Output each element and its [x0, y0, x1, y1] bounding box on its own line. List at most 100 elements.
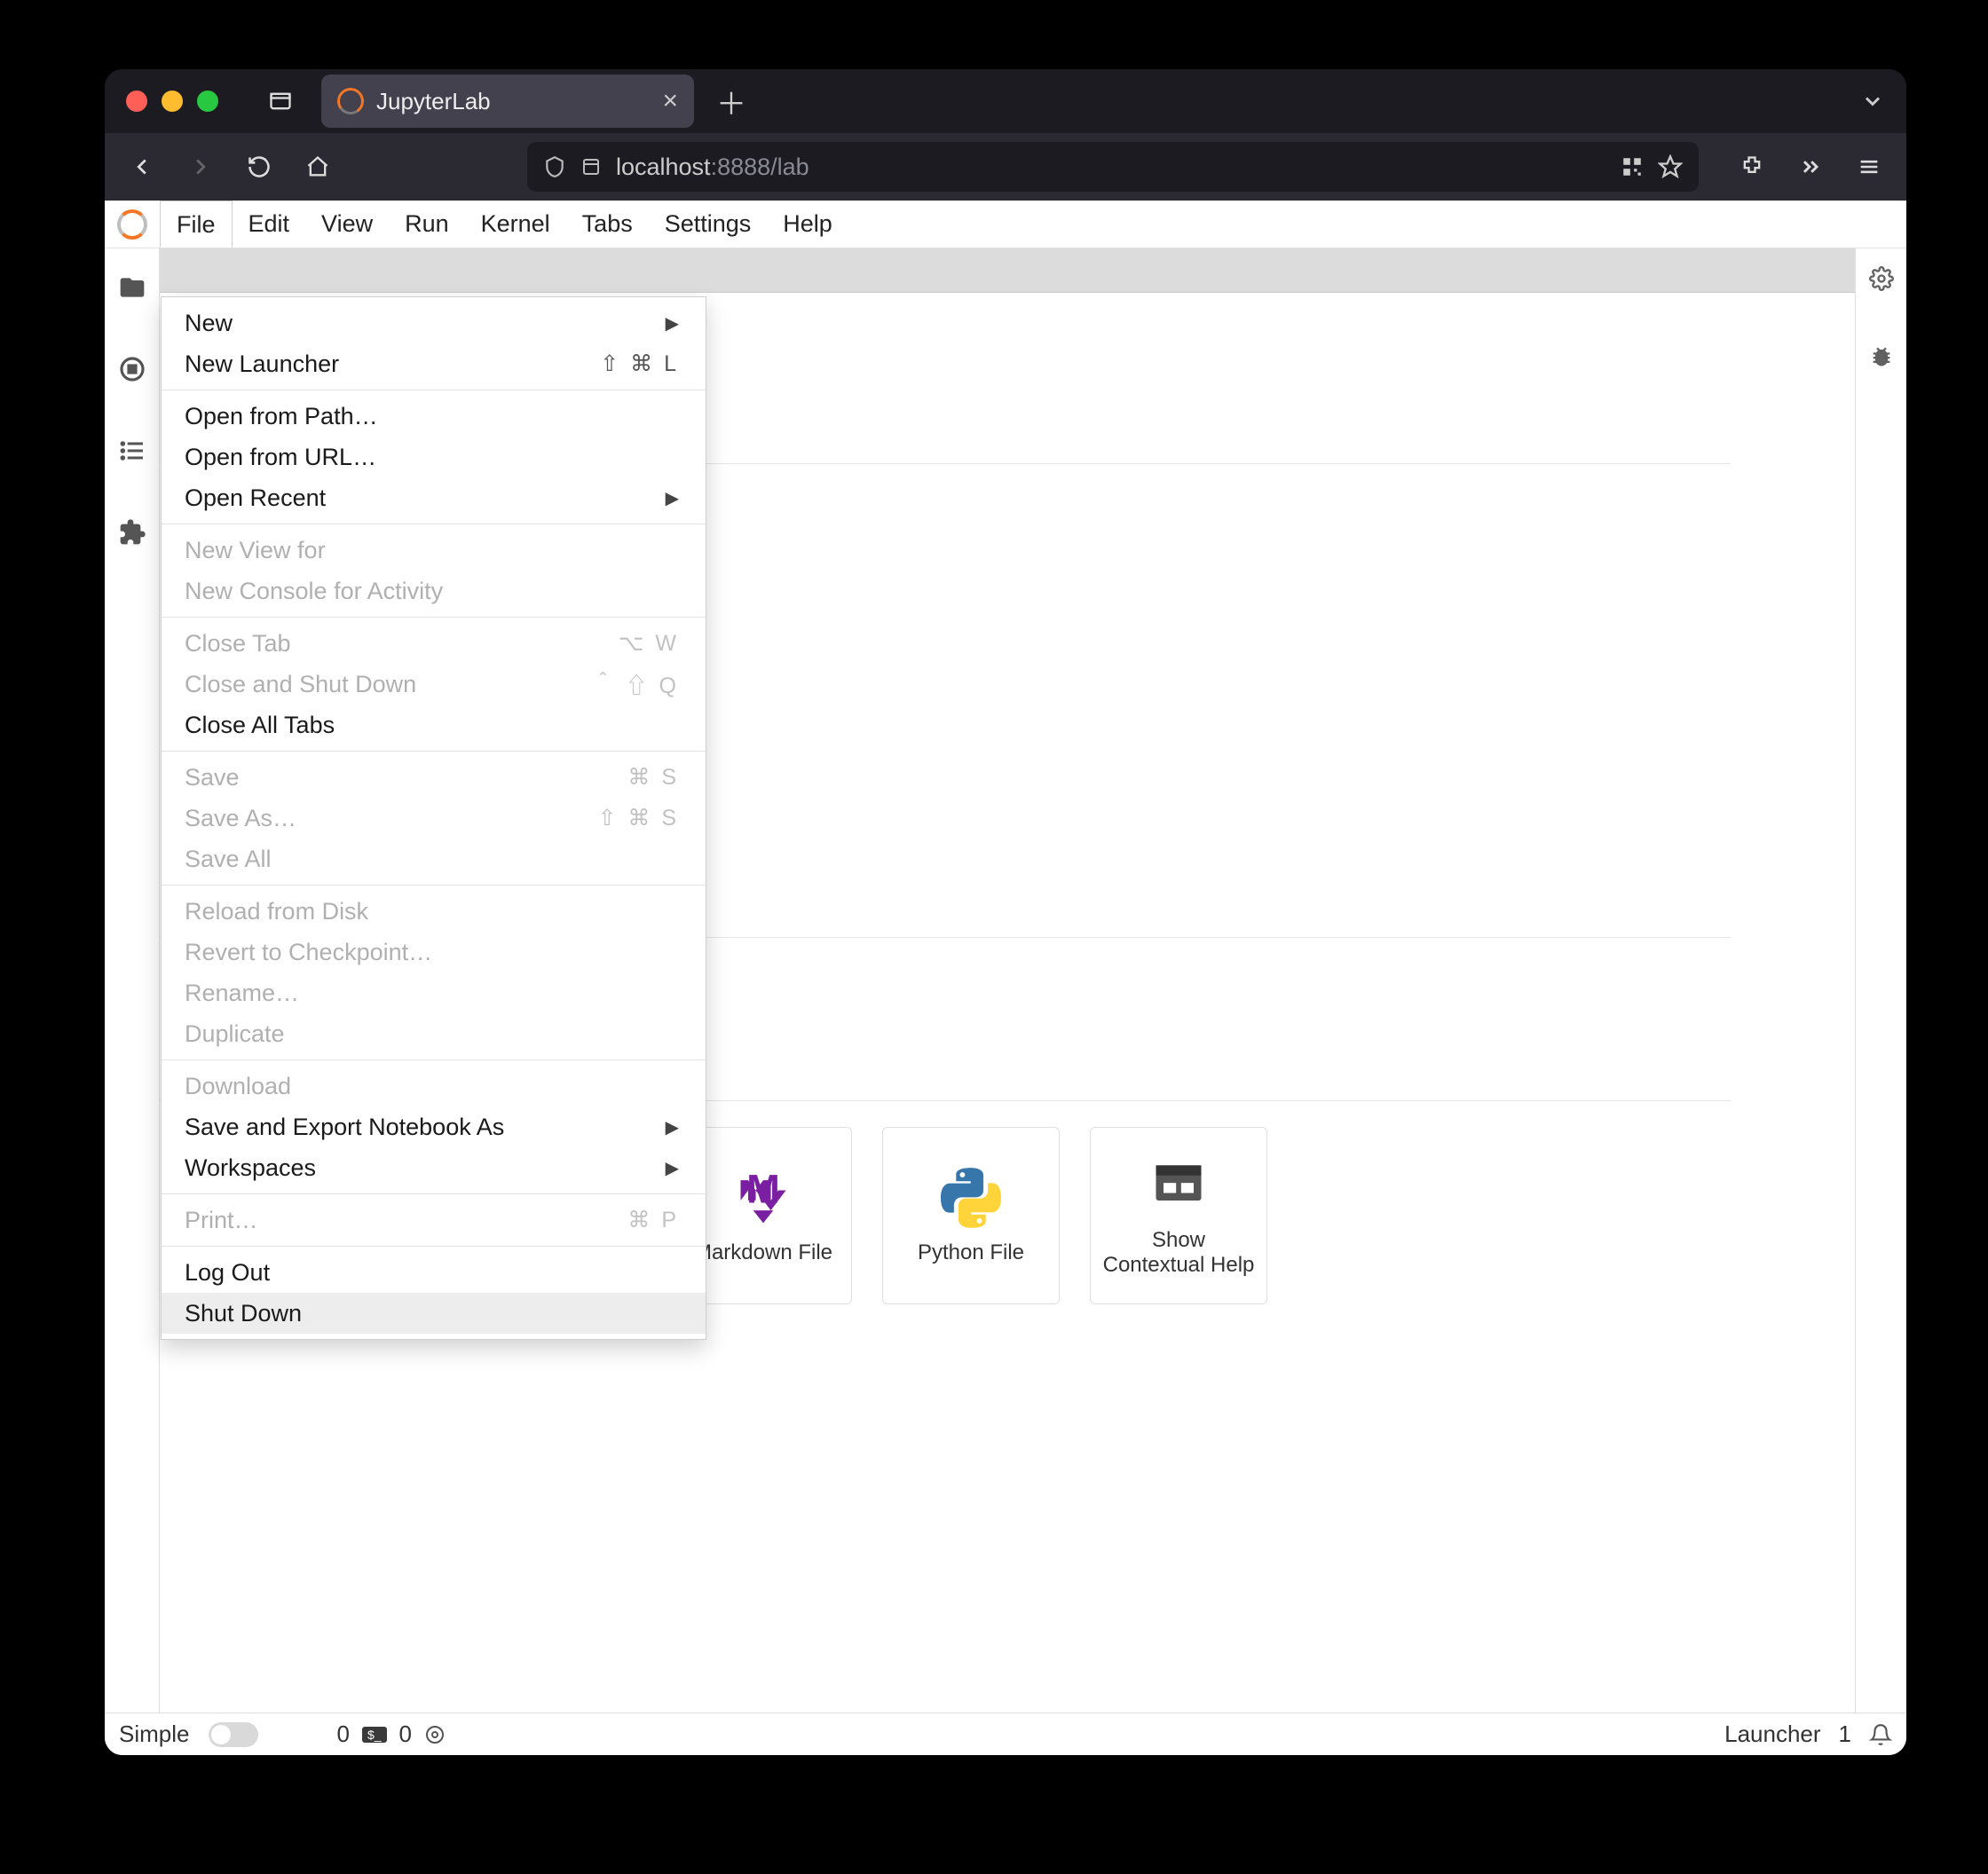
- menu-item-label: Save All: [185, 846, 272, 873]
- menu-item-label: New Launcher: [185, 350, 339, 378]
- submenu-arrow-icon: ▶: [666, 1157, 679, 1179]
- menu-shortcut: ⌘ P: [627, 1207, 679, 1233]
- jupyter-favicon-icon: [335, 86, 367, 117]
- menu-separator: [162, 751, 706, 752]
- menu-view[interactable]: View: [305, 201, 389, 248]
- menu-item-label: Workspaces: [185, 1154, 316, 1182]
- menu-item-label: Save and Export Notebook As: [185, 1114, 504, 1141]
- tabs-dropdown-button[interactable]: [1851, 80, 1894, 122]
- extensions-button[interactable]: [1725, 140, 1779, 193]
- menu-separator: [162, 1193, 706, 1194]
- menu-item-label: Log Out: [185, 1259, 270, 1287]
- menu-item-label: Shut Down: [185, 1300, 302, 1327]
- debugger-icon[interactable]: [1869, 344, 1894, 369]
- menu-item-new[interactable]: New▶: [162, 303, 706, 343]
- qr-icon[interactable]: [1621, 155, 1644, 178]
- menu-item-open-recent[interactable]: Open Recent ▶: [162, 477, 706, 518]
- back-button[interactable]: [115, 140, 169, 193]
- launcher-card-python-file[interactable]: Python File: [882, 1127, 1060, 1304]
- app-body: MMarkdown FilePython FileShowContextual …: [105, 248, 1906, 1713]
- kernel-count: 0: [336, 1720, 349, 1748]
- minimize-window-button[interactable]: [162, 91, 183, 112]
- menu-file[interactable]: File: [160, 201, 233, 248]
- home-button[interactable]: [291, 140, 344, 193]
- menu-shortcut: ⇧ ⌘ L: [600, 350, 679, 377]
- menu-item-open-from-url[interactable]: Open from URL…: [162, 437, 706, 477]
- close-window-button[interactable]: [126, 91, 147, 112]
- site-info-icon[interactable]: [580, 156, 602, 177]
- menu-separator: [162, 1246, 706, 1247]
- svg-text:M: M: [746, 1168, 780, 1212]
- jupyterlab-app: FileEditViewRunKernelTabsSettingsHelp: [105, 201, 1906, 1755]
- file-browser-icon[interactable]: [118, 273, 146, 302]
- window-controls: [126, 91, 218, 112]
- url-text: localhost:8888/lab: [616, 154, 809, 181]
- menu-shortcut: ⌘ S: [627, 764, 679, 791]
- forward-button[interactable]: [174, 140, 227, 193]
- menu-item-shut-down[interactable]: Shut Down: [162, 1293, 706, 1334]
- statusbar: Simple 0 $_ 0 Launcher 1: [105, 1713, 1906, 1755]
- menu-separator: [162, 885, 706, 886]
- menu-tabs[interactable]: Tabs: [566, 201, 649, 248]
- notification-bell-icon[interactable]: [1869, 1723, 1892, 1746]
- menu-item-label: Reload from Disk: [185, 898, 368, 925]
- menu-kernel[interactable]: Kernel: [465, 201, 566, 248]
- menu-item-log-out[interactable]: Log Out: [162, 1252, 706, 1293]
- menu-item-download: Download: [162, 1066, 706, 1106]
- menu-shortcut: ⇧ ⌘ S: [597, 805, 679, 831]
- url-bar[interactable]: localhost:8888/lab: [527, 142, 1699, 192]
- tracking-shield-icon[interactable]: [543, 155, 566, 178]
- status-mode: Launcher: [1724, 1720, 1820, 1748]
- menu-shortcut: ＾ ⇧ Q: [592, 668, 679, 700]
- menu-item-label: Close and Shut Down: [185, 671, 416, 698]
- menu-item-label: New: [185, 310, 233, 337]
- menu-item-new-launcher[interactable]: New Launcher ⇧ ⌘ L: [162, 343, 706, 384]
- url-host: localhost: [616, 154, 711, 180]
- extension-manager-icon[interactable]: [118, 518, 146, 547]
- menu-settings[interactable]: Settings: [649, 201, 768, 248]
- menu-item-new-view-for: New View for: [162, 530, 706, 571]
- url-path: :8888/lab: [711, 154, 809, 180]
- menu-item-new-console-for-activity: New Console for Activity: [162, 571, 706, 611]
- browser-tab-active[interactable]: JupyterLab ×: [321, 75, 694, 128]
- menu-item-label: Close All Tabs: [185, 712, 335, 739]
- main-tabstrip[interactable]: [160, 248, 1855, 293]
- running-sessions-icon[interactable]: [118, 355, 146, 383]
- menu-item-close-all-tabs[interactable]: Close All Tabs: [162, 705, 706, 745]
- launcher-card-show-contextual-help[interactable]: ShowContextual Help: [1090, 1127, 1267, 1304]
- overflow-button[interactable]: [1784, 140, 1837, 193]
- menu-item-label: Open from Path…: [185, 403, 378, 430]
- app-menu-button[interactable]: [1842, 140, 1896, 193]
- toc-icon[interactable]: [118, 437, 146, 465]
- menu-help[interactable]: Help: [767, 201, 848, 248]
- markdown-icon: M: [731, 1166, 795, 1230]
- submenu-arrow-icon: ▶: [666, 487, 679, 509]
- maximize-window-button[interactable]: [197, 91, 218, 112]
- menu-item-label: Download: [185, 1073, 291, 1100]
- simple-mode-toggle[interactable]: [209, 1722, 258, 1747]
- menu-item-save-and-export-notebook-as[interactable]: Save and Export Notebook As▶: [162, 1106, 706, 1147]
- property-inspector-icon[interactable]: [1869, 266, 1894, 291]
- menu-item-label: Close Tab: [185, 630, 291, 657]
- menu-item-label: Revert to Checkpoint…: [185, 939, 432, 966]
- menu-item-label: Print…: [185, 1207, 258, 1234]
- menu-item-workspaces[interactable]: Workspaces ▶: [162, 1147, 706, 1188]
- menu-item-rename: Rename…: [162, 972, 706, 1013]
- menu-edit[interactable]: Edit: [233, 201, 306, 248]
- menu-separator: [162, 1059, 706, 1060]
- bookmark-star-icon[interactable]: [1658, 154, 1683, 179]
- close-tab-icon[interactable]: ×: [662, 86, 678, 116]
- menu-item-open-from-path[interactable]: Open from Path…: [162, 396, 706, 437]
- reload-button[interactable]: [233, 140, 286, 193]
- left-sidebar: [105, 248, 160, 1713]
- menu-item-label: New View for: [185, 537, 326, 564]
- terminal-icon: $_: [362, 1727, 387, 1743]
- simple-mode-label: Simple: [119, 1720, 189, 1748]
- menu-run[interactable]: Run: [389, 201, 465, 248]
- tab-overview-button[interactable]: [256, 82, 305, 121]
- lsp-icon[interactable]: [424, 1724, 446, 1745]
- menu-item-label: Open Recent: [185, 484, 326, 512]
- browser-window: JupyterLab × ＋: [105, 69, 1906, 1755]
- status-line: 1: [1839, 1720, 1851, 1748]
- new-tab-button[interactable]: ＋: [710, 80, 753, 122]
